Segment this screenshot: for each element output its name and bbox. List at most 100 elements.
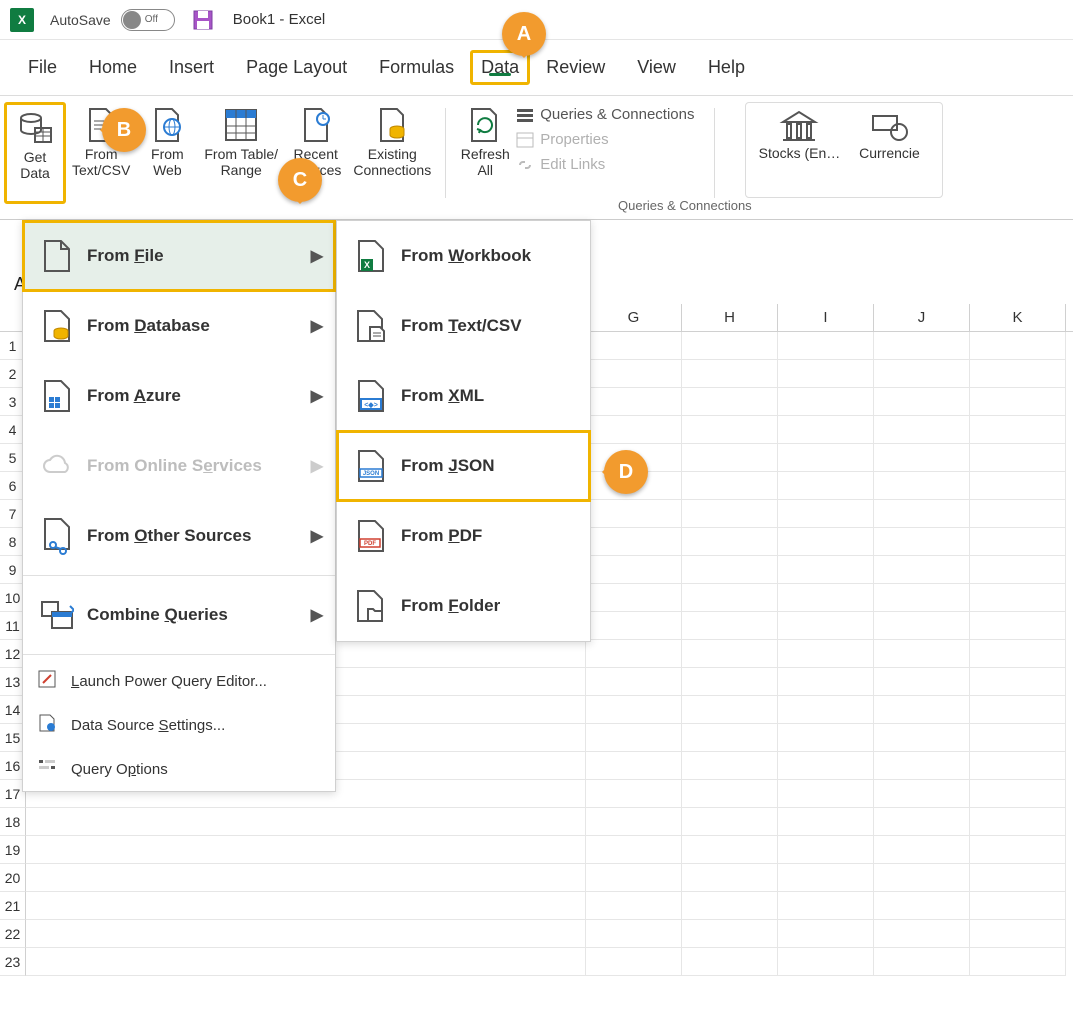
tab-file[interactable]: File: [12, 47, 73, 88]
cell[interactable]: [874, 416, 970, 444]
cell[interactable]: [874, 668, 970, 696]
cell[interactable]: [970, 640, 1066, 668]
cell[interactable]: [970, 556, 1066, 584]
cell[interactable]: [586, 556, 682, 584]
cell[interactable]: [586, 780, 682, 808]
col-header[interactable]: I: [778, 304, 874, 331]
cell[interactable]: [778, 948, 874, 976]
cell[interactable]: [778, 724, 874, 752]
cell[interactable]: [682, 752, 778, 780]
cell[interactable]: [682, 948, 778, 976]
cell[interactable]: [970, 472, 1066, 500]
cell[interactable]: [874, 808, 970, 836]
cell[interactable]: [682, 668, 778, 696]
cell[interactable]: [586, 948, 682, 976]
cell[interactable]: [682, 780, 778, 808]
cell[interactable]: [874, 360, 970, 388]
cell[interactable]: [778, 472, 874, 500]
col-header[interactable]: H: [682, 304, 778, 331]
cell[interactable]: [778, 752, 874, 780]
cell[interactable]: [874, 640, 970, 668]
row-header[interactable]: 20: [0, 864, 26, 892]
submenu-from-json[interactable]: JSON From JSON: [337, 431, 590, 501]
cell[interactable]: [778, 528, 874, 556]
cell[interactable]: [970, 360, 1066, 388]
cell[interactable]: [586, 668, 682, 696]
cell[interactable]: [682, 808, 778, 836]
save-button[interactable]: [191, 8, 215, 32]
cell[interactable]: [778, 444, 874, 472]
cell[interactable]: [682, 920, 778, 948]
cell[interactable]: [26, 808, 586, 836]
cell[interactable]: [970, 948, 1066, 976]
cell[interactable]: [682, 444, 778, 472]
cell[interactable]: [874, 864, 970, 892]
existing-connections-button[interactable]: Existing Connections: [347, 102, 437, 204]
cell[interactable]: [874, 584, 970, 612]
cell[interactable]: [970, 668, 1066, 696]
cell[interactable]: [874, 836, 970, 864]
cell[interactable]: [586, 892, 682, 920]
menu-from-azure[interactable]: From Azure ▶: [23, 361, 335, 431]
from-web-button[interactable]: From Web: [136, 102, 198, 204]
cell[interactable]: [874, 388, 970, 416]
queries-connections-button[interactable]: Queries & Connections: [516, 106, 694, 123]
cell[interactable]: [874, 724, 970, 752]
tab-help[interactable]: Help: [692, 47, 761, 88]
cell[interactable]: [778, 584, 874, 612]
menu-data-source-settings[interactable]: Data Source Settings...: [23, 703, 335, 747]
cell[interactable]: [682, 360, 778, 388]
cell[interactable]: [586, 332, 682, 360]
currencies-button[interactable]: Currencie: [844, 109, 934, 161]
cell[interactable]: [970, 528, 1066, 556]
cell[interactable]: [682, 416, 778, 444]
cell[interactable]: [874, 500, 970, 528]
cell[interactable]: [586, 836, 682, 864]
cell[interactable]: [682, 500, 778, 528]
cell[interactable]: [778, 360, 874, 388]
menu-launch-power-query[interactable]: Launch Power Query Editor...: [23, 659, 335, 703]
cell[interactable]: [874, 444, 970, 472]
col-header[interactable]: G: [586, 304, 682, 331]
cell[interactable]: [26, 920, 586, 948]
cell[interactable]: [26, 836, 586, 864]
cell[interactable]: [874, 528, 970, 556]
cell[interactable]: [778, 332, 874, 360]
row-header[interactable]: 19: [0, 836, 26, 864]
submenu-from-workbook[interactable]: X From Workbook: [337, 221, 590, 291]
cell[interactable]: [778, 612, 874, 640]
submenu-from-pdf[interactable]: PDF From PDF: [337, 501, 590, 571]
row-header[interactable]: 18: [0, 808, 26, 836]
refresh-all-button[interactable]: Refresh All: [454, 102, 516, 204]
cell[interactable]: [970, 584, 1066, 612]
menu-from-file[interactable]: From File ▶: [23, 221, 335, 291]
cell[interactable]: [778, 668, 874, 696]
cell[interactable]: [970, 500, 1066, 528]
menu-query-options[interactable]: Query Options: [23, 747, 335, 791]
cell[interactable]: [874, 752, 970, 780]
cell[interactable]: [586, 528, 682, 556]
cell[interactable]: [586, 360, 682, 388]
tab-formulas[interactable]: Formulas: [363, 47, 470, 88]
cell[interactable]: [682, 528, 778, 556]
cell[interactable]: [682, 332, 778, 360]
get-data-button[interactable]: Get Data: [4, 102, 66, 204]
cell[interactable]: [682, 612, 778, 640]
cell[interactable]: [682, 556, 778, 584]
menu-from-other-sources[interactable]: From Other Sources ▶: [23, 501, 335, 571]
cell[interactable]: [682, 696, 778, 724]
cell[interactable]: [874, 472, 970, 500]
cell[interactable]: [778, 388, 874, 416]
cell[interactable]: [970, 864, 1066, 892]
cell[interactable]: [586, 808, 682, 836]
cell[interactable]: [682, 724, 778, 752]
autosave-toggle[interactable]: Off: [121, 9, 175, 31]
cell[interactable]: [586, 388, 682, 416]
cell[interactable]: [778, 556, 874, 584]
cell[interactable]: [778, 892, 874, 920]
col-header[interactable]: K: [970, 304, 1066, 331]
cell[interactable]: [874, 696, 970, 724]
cell[interactable]: [778, 920, 874, 948]
cell[interactable]: [682, 388, 778, 416]
submenu-from-xml[interactable]: <◆> From XML: [337, 361, 590, 431]
